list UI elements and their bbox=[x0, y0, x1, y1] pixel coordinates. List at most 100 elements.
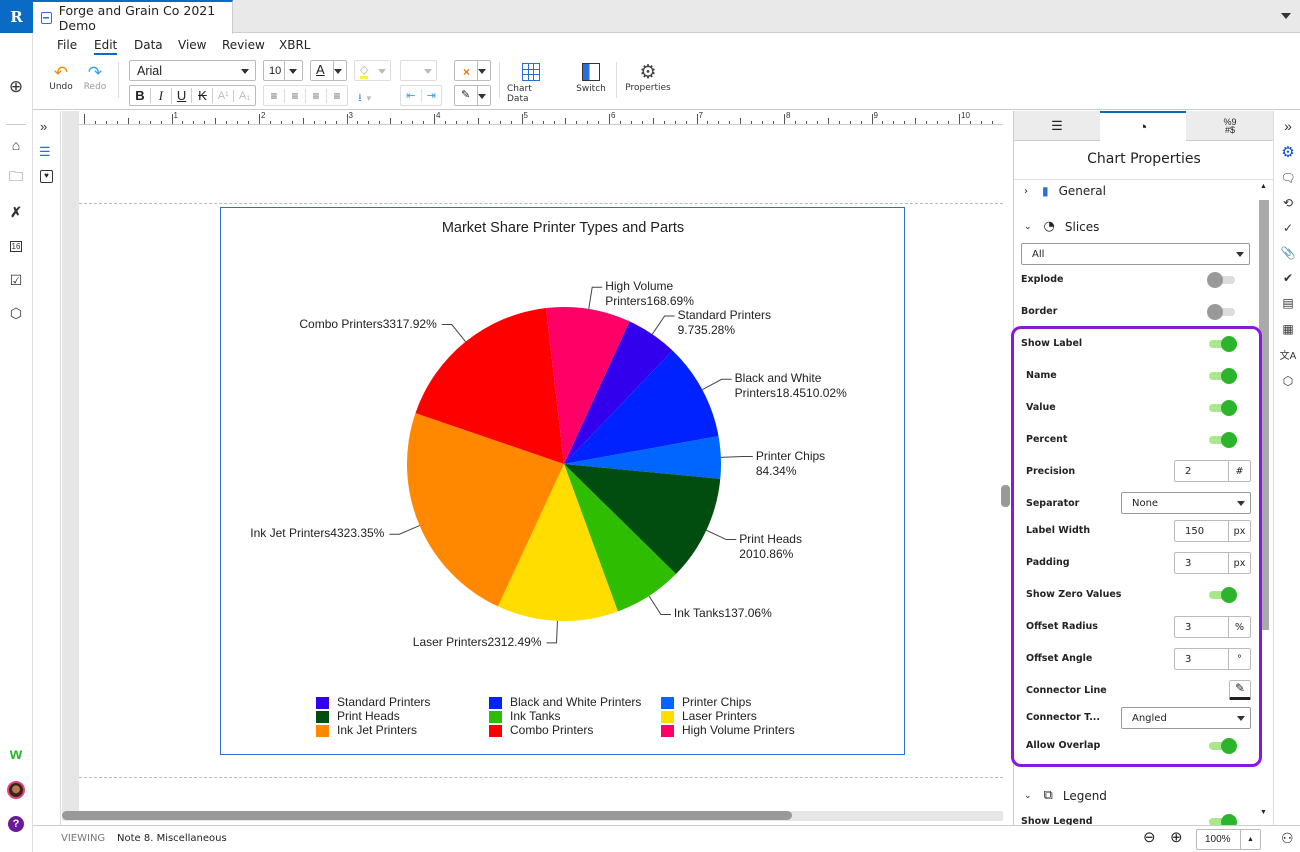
align-center-button[interactable]: ≡ bbox=[285, 88, 306, 103]
ruler-tick bbox=[269, 121, 271, 124]
outline-icon[interactable]: ☰ bbox=[39, 144, 51, 160]
legend-item[interactable]: Combo Printers bbox=[510, 723, 593, 737]
scroll-up-icon[interactable]: ▲ bbox=[1260, 183, 1267, 190]
legend-item[interactable]: Standard Printers bbox=[337, 695, 430, 709]
check-circle-icon[interactable]: ✔ bbox=[1279, 269, 1297, 287]
tab-chart-properties[interactable]: ◔ bbox=[1100, 111, 1186, 141]
comment-icon[interactable]: 🗨 bbox=[1279, 169, 1297, 187]
user-icon[interactable]: ⚇ bbox=[1281, 830, 1294, 847]
workiva-icon[interactable]: w bbox=[6, 745, 26, 765]
task-icon[interactable]: ☑ bbox=[6, 270, 26, 290]
italic-button[interactable]: I bbox=[151, 87, 172, 104]
menu-file[interactable]: File bbox=[57, 38, 77, 52]
ruler-tick bbox=[980, 121, 982, 124]
switch-button[interactable]: Switch bbox=[571, 63, 611, 94]
clear-border-button[interactable]: × bbox=[454, 60, 491, 81]
help-icon[interactable]: ? bbox=[6, 814, 26, 834]
formula-icon[interactable]: ✗ bbox=[6, 202, 26, 222]
align-left-button[interactable]: ≡ bbox=[264, 88, 285, 103]
menu-view[interactable]: View bbox=[178, 38, 206, 52]
section-slices[interactable]: ⌄ ◔ Slices bbox=[1024, 219, 1099, 234]
menu-review[interactable]: Review bbox=[222, 38, 265, 52]
increase-indent-button[interactable]: ⇥ bbox=[422, 89, 442, 102]
history-icon[interactable]: ⟲ bbox=[1279, 194, 1297, 212]
legend-item[interactable]: Ink Jet Printers bbox=[337, 723, 417, 737]
translate-icon[interactable]: 文A bbox=[1279, 345, 1297, 363]
tab-overflow-chevron-icon[interactable] bbox=[1281, 13, 1291, 19]
tab-number-format[interactable]: %9 #$ bbox=[1186, 111, 1274, 141]
redo-icon: ↷ bbox=[87, 63, 103, 83]
avatar[interactable] bbox=[6, 780, 26, 800]
highlight-color-button[interactable]: ◇ bbox=[354, 60, 391, 81]
bold-button[interactable]: B bbox=[130, 88, 151, 103]
ruler-tick bbox=[291, 121, 293, 124]
ruler-tick bbox=[991, 121, 993, 124]
font-family-select[interactable]: Arial bbox=[129, 60, 256, 81]
calendar-icon[interactable]: 16 bbox=[6, 236, 26, 256]
legend-item[interactable]: High Volume Printers bbox=[682, 723, 795, 737]
section-legend[interactable]: ⌄ ⧉ Legend bbox=[1024, 788, 1107, 803]
legend-item[interactable]: Black and White Printers bbox=[510, 695, 641, 709]
show-legend-toggle[interactable] bbox=[1207, 814, 1239, 825]
vertical-align-icon[interactable]: ⭳ ▼ bbox=[358, 89, 373, 108]
folder-icon[interactable]: 🗀 bbox=[6, 168, 26, 188]
favorite-note-icon[interactable]: ♥ bbox=[40, 170, 53, 183]
underline-button[interactable]: U bbox=[172, 88, 193, 103]
grid-icon bbox=[522, 63, 540, 81]
justify-button[interactable]: ≡ bbox=[327, 89, 347, 103]
scroll-down-icon[interactable]: ▼ bbox=[1260, 809, 1267, 816]
undo-button[interactable]: ↶ Undo bbox=[47, 64, 75, 92]
decrease-indent-button[interactable]: ⇤ bbox=[401, 89, 422, 102]
redo-button[interactable]: ↷ Redo bbox=[81, 64, 109, 92]
attachment-icon[interactable]: 📎 bbox=[1279, 244, 1297, 262]
gear-icon[interactable]: ⚙ bbox=[1279, 143, 1297, 161]
vertical-scrollbar[interactable] bbox=[1001, 485, 1010, 507]
tab-outline[interactable]: ☰ bbox=[1014, 111, 1100, 141]
ruler-tick bbox=[959, 114, 960, 124]
properties-button[interactable]: ⚙ Properties bbox=[623, 62, 673, 94]
menu-xbrl[interactable]: XBRL bbox=[279, 38, 310, 52]
tickmark-icon[interactable]: ✓ bbox=[1279, 219, 1297, 237]
page-break-line bbox=[79, 777, 1003, 778]
horizontal-scrollbar[interactable] bbox=[62, 811, 792, 820]
chevron-up-icon[interactable]: ▲ bbox=[1240, 830, 1260, 849]
expand-icon[interactable]: » bbox=[40, 119, 47, 134]
collapse-icon[interactable]: » bbox=[1279, 117, 1297, 135]
font-size-select[interactable]: 10 bbox=[263, 60, 303, 81]
zoom-out-icon[interactable]: ⊖ bbox=[1143, 828, 1156, 846]
explode-toggle[interactable] bbox=[1207, 272, 1239, 288]
slice-select[interactable]: All bbox=[1021, 243, 1250, 265]
ruler-tick bbox=[127, 118, 129, 124]
zoom-level-input[interactable]: 100% ▲ bbox=[1196, 829, 1261, 850]
subscript-button[interactable]: A₁ bbox=[234, 90, 255, 102]
legend-item[interactable]: Printer Chips bbox=[682, 695, 751, 709]
slice-label-line: 84.34% bbox=[755, 463, 797, 478]
chart-data-button[interactable]: Chart Data bbox=[507, 63, 555, 104]
legend-item[interactable]: Laser Printers bbox=[682, 709, 757, 723]
cube-icon[interactable]: ⬡ bbox=[6, 303, 26, 323]
font-color-button[interactable]: A bbox=[310, 60, 347, 81]
align-right-button[interactable]: ≡ bbox=[306, 88, 327, 103]
app-logo[interactable]: R bbox=[0, 0, 33, 33]
menu-edit[interactable]: Edit bbox=[94, 38, 118, 55]
legend-item[interactable]: Print Heads bbox=[337, 709, 400, 723]
strikethrough-button[interactable]: K bbox=[192, 88, 214, 103]
menu-data[interactable]: Data bbox=[134, 38, 163, 52]
ruler-tick bbox=[444, 121, 446, 124]
ruler-tick bbox=[696, 114, 698, 124]
border-color-button[interactable]: ✎ bbox=[454, 85, 491, 106]
chart-container[interactable]: Market Share Printer Types and Parts Sta… bbox=[220, 207, 905, 755]
zoom-in-icon[interactable]: ⊕ bbox=[1170, 828, 1183, 846]
superscript-button[interactable]: A¹ bbox=[213, 89, 235, 102]
ruler-tick bbox=[280, 121, 282, 124]
fill-color-button[interactable] bbox=[400, 60, 437, 81]
add-icon[interactable]: ⊕ bbox=[6, 77, 26, 97]
section-general[interactable]: › ▮ General bbox=[1024, 184, 1106, 198]
border-toggle[interactable] bbox=[1207, 304, 1239, 320]
legend-item[interactable]: Ink Tanks bbox=[510, 709, 560, 723]
cube-icon[interactable]: ⬡ bbox=[1279, 372, 1297, 390]
note-icon[interactable]: ▦ bbox=[1279, 320, 1297, 338]
home-icon[interactable]: ⌂ bbox=[6, 135, 26, 155]
document-tab[interactable]: Forge and Grain Co 2021 Demo bbox=[33, 0, 233, 34]
cards-icon[interactable]: ▤ bbox=[1279, 294, 1297, 312]
